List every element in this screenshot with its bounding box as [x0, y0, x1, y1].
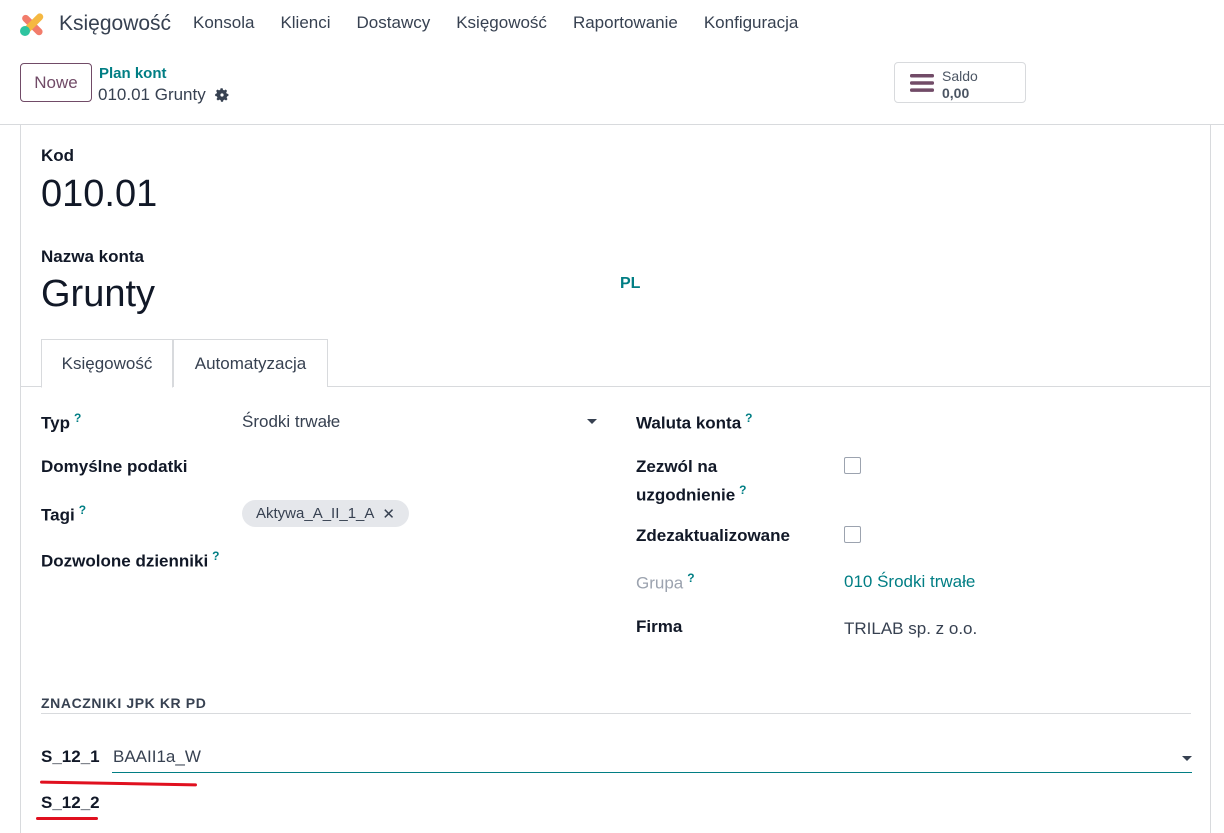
saldo-label: Saldo: [942, 68, 978, 84]
deprecated-label: Zdezaktualizowane: [636, 526, 790, 545]
app-title[interactable]: Księgowość: [59, 12, 171, 36]
account-name-field[interactable]: Grunty: [41, 273, 155, 316]
tag-label: Aktywa_A_II_1_A: [256, 505, 375, 522]
menu-item-klienci[interactable]: Klienci: [280, 13, 330, 33]
type-select[interactable]: Środki trwałe: [242, 412, 340, 432]
s12-2-label: S_12_2: [41, 793, 100, 812]
list-icon: [910, 74, 934, 92]
help-icon[interactable]: ?: [74, 411, 81, 425]
account-name-label: Nazwa konta: [41, 247, 144, 266]
breadcrumb-plan-kont[interactable]: Plan kont: [99, 65, 167, 82]
tags-label-text: Tagi: [41, 505, 75, 525]
tags-label: Tagi?: [41, 503, 86, 526]
tag-badge[interactable]: Aktywa_A_II_1_A ✕: [242, 500, 409, 527]
gear-icon[interactable]: [214, 87, 230, 103]
allowed-journals-label: Dozwolone dzienniki?: [41, 549, 220, 572]
s12-1-value: BAAII1a_W: [113, 747, 201, 766]
saldo-value: 0,00: [942, 85, 970, 101]
saldo-smart-button[interactable]: Saldo 0,00: [894, 62, 1026, 103]
tab-automatyzacja[interactable]: Automatyzacja: [173, 339, 328, 387]
control-panel: Nowe Plan kont 010.01 Grunty Saldo 0,00: [0, 48, 1224, 125]
help-icon[interactable]: ?: [79, 503, 86, 517]
type-label: Typ?: [41, 411, 81, 434]
code-label: Kod: [41, 146, 75, 165]
jpk-section-title: ZNACZNIKI JPK KR PD: [41, 695, 207, 711]
allow-reconcile-checkbox[interactable]: [844, 457, 861, 474]
allow-reconcile-label-text: uzgodnienie: [636, 485, 736, 505]
group-link[interactable]: 010 Środki trwałe: [844, 572, 975, 592]
menu-item-raportowanie[interactable]: Raportowanie: [573, 13, 678, 33]
company-value: TRILAB sp. z o.o.: [844, 619, 978, 638]
allow-reconcile-label-line2: uzgodnienie?: [636, 483, 747, 506]
help-icon[interactable]: ?: [745, 411, 752, 425]
language-badge[interactable]: PL: [620, 275, 640, 293]
main-menu: Konsola Klienci Dostawcy Księgowość Rapo…: [193, 13, 824, 33]
default-taxes-label: Domyślne podatki: [41, 457, 188, 476]
allow-reconcile-label-line1: Zezwól na: [636, 457, 718, 476]
record-title-text: 010.01 Grunty: [98, 85, 206, 104]
menu-item-konsola[interactable]: Konsola: [193, 13, 254, 33]
top-navbar: Księgowość Konsola Klienci Dostawcy Księ…: [0, 0, 1224, 48]
menu-item-dostawcy[interactable]: Dostawcy: [357, 13, 431, 33]
help-icon[interactable]: ?: [739, 483, 746, 497]
chevron-down-icon[interactable]: [587, 419, 597, 424]
type-label-text: Typ: [41, 413, 70, 433]
group-label-text: Grupa: [636, 573, 684, 593]
new-button[interactable]: Nowe: [20, 63, 92, 102]
section-divider: [41, 713, 1191, 714]
help-icon[interactable]: ?: [687, 571, 694, 585]
s12-1-label: S_12_1: [41, 747, 100, 766]
notebook-tabs: Księgowość Automatyzacja: [21, 339, 1210, 388]
s12-1-select[interactable]: BAAII1a_W: [112, 745, 1192, 773]
app-logo-icon[interactable]: [18, 10, 46, 38]
code-field[interactable]: 010.01: [41, 173, 157, 216]
red-underline-annotation: [39, 780, 198, 787]
company-label: Firma: [636, 617, 683, 636]
allowed-journals-label-text: Dozwolone dzienniki: [41, 551, 209, 571]
tab-ksiegowosc[interactable]: Księgowość: [41, 339, 173, 388]
red-underline-annotation: [36, 817, 98, 820]
deprecated-checkbox[interactable]: [844, 526, 861, 543]
account-currency-label-text: Waluta konta: [636, 413, 742, 433]
chevron-down-icon[interactable]: [1182, 756, 1192, 761]
record-title: 010.01 Grunty: [98, 85, 230, 105]
close-icon[interactable]: ✕: [382, 505, 395, 523]
menu-item-ksiegowosc[interactable]: Księgowość: [456, 13, 547, 33]
form-sheet: Kod 010.01 Nazwa konta Grunty PL Księgow…: [20, 125, 1211, 833]
group-label: Grupa?: [636, 571, 695, 594]
menu-item-konfiguracja[interactable]: Konfiguracja: [704, 13, 799, 33]
account-currency-label: Waluta konta?: [636, 411, 753, 434]
help-icon[interactable]: ?: [212, 549, 219, 563]
